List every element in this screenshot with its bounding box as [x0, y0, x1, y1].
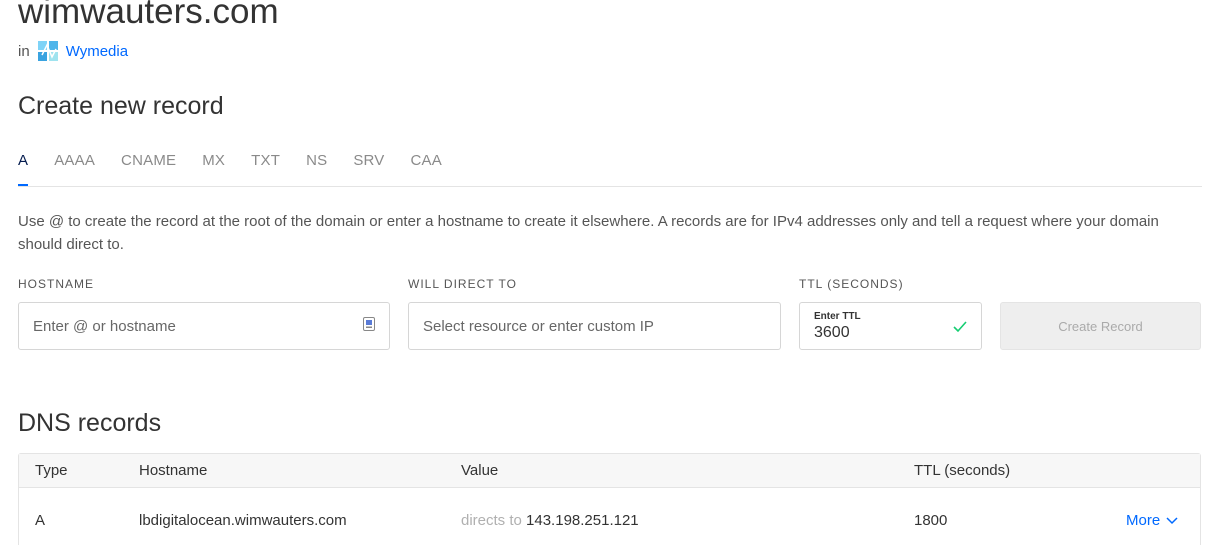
record-type: A — [35, 512, 46, 529]
ttl-label: TTL (SECONDS) — [799, 277, 904, 291]
hostname-label: HOSTNAME — [18, 277, 95, 291]
page: wimwauters.com in Wymedia Create new rec… — [0, 0, 1218, 545]
project-logo-icon — [37, 41, 58, 61]
chevron-down-icon — [1166, 512, 1178, 529]
hostname-placeholder: Enter @ or hostname — [33, 317, 176, 335]
create-record-title: Create new record — [18, 92, 224, 120]
record-value-prefix: directs to — [461, 512, 522, 529]
create-record-button[interactable]: Create Record — [1000, 302, 1201, 350]
tab-srv[interactable]: SRV — [353, 150, 384, 186]
ttl-value: 3600 — [814, 324, 850, 341]
column-header-hostname: Hostname — [139, 462, 208, 479]
column-header-type: Type — [35, 462, 68, 479]
contact-card-icon — [363, 317, 375, 335]
dns-records-table: Type Hostname Value TTL (seconds) A lbdi… — [18, 453, 1201, 545]
record-ttl: 1800 — [914, 512, 948, 529]
record-hostname: lbdigitalocean.wimwauters.com — [139, 512, 347, 529]
tab-aaaa[interactable]: AAAA — [54, 150, 95, 186]
direct-to-placeholder: Select resource or enter custom IP — [423, 317, 654, 335]
more-button[interactable]: More — [1126, 512, 1178, 529]
hostname-input[interactable]: Enter @ or hostname — [18, 302, 390, 350]
check-icon — [953, 320, 967, 333]
tab-cname[interactable]: CNAME — [121, 150, 176, 186]
more-label: More — [1126, 512, 1161, 529]
domain-title: wimwauters.com — [18, 0, 279, 31]
tab-txt[interactable]: TXT — [251, 150, 280, 186]
tab-a[interactable]: A — [18, 150, 29, 186]
help-text: Use @ to create the record at the root o… — [18, 213, 1159, 253]
column-header-value: Value — [461, 462, 499, 479]
record-value: directs to 143.198.251.121 — [461, 512, 639, 529]
direct-to-label: WILL DIRECT TO — [408, 277, 517, 291]
direct-to-input[interactable]: Select resource or enter custom IP — [408, 302, 781, 350]
project-link[interactable]: Wymedia — [66, 43, 128, 60]
ttl-sublabel: Enter TTL — [814, 311, 861, 322]
tab-caa[interactable]: CAA — [410, 150, 441, 186]
in-label: in — [18, 42, 30, 60]
tab-ns[interactable]: NS — [306, 150, 327, 186]
column-header-ttl: TTL (seconds) — [914, 462, 1011, 479]
tab-mx[interactable]: MX — [202, 150, 225, 186]
record-value-ip: 143.198.251.121 — [526, 512, 639, 529]
dns-records-title: DNS records — [18, 409, 162, 437]
table-row: A lbdigitalocean.wimwauters.com directs … — [19, 488, 1200, 545]
ttl-input[interactable]: Enter TTL 3600 — [799, 302, 982, 350]
table-header: Type Hostname Value TTL (seconds) — [19, 454, 1200, 488]
record-type-tabs: A AAAA CNAME MX TXT NS SRV CAA — [18, 150, 1202, 187]
project-line: in Wymedia — [18, 41, 128, 61]
